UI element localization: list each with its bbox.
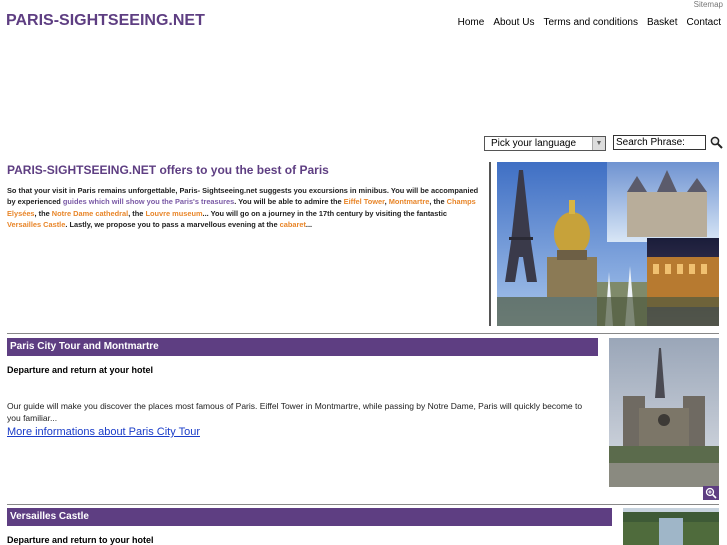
intro-paragraph: So that your visit in Paris remains unfo…: [7, 185, 483, 231]
zoom-in-icon[interactable]: [703, 486, 719, 500]
tour-subtitle: Departure and return at your hotel: [7, 365, 154, 375]
intro-text-9: ...: [305, 220, 313, 230]
nav-basket[interactable]: Basket: [647, 17, 678, 28]
intro-text-8: . Lastly, we propose you to pass a marve…: [65, 220, 280, 230]
magnifier-icon[interactable]: [710, 136, 723, 149]
intro-text-6: , the: [128, 208, 146, 218]
nav-home[interactable]: Home: [458, 17, 485, 28]
tour-description: Our guide will make you discover the pla…: [7, 401, 583, 423]
link-cabaret[interactable]: cabaret: [280, 220, 306, 229]
intro-heading: PARIS-SIGHTSEEING.NET offers to you the …: [7, 163, 329, 177]
vertical-divider: [489, 162, 491, 326]
nav-about-us[interactable]: About Us: [493, 17, 534, 28]
chevron-down-icon[interactable]: ▼: [592, 137, 605, 150]
versailles-image[interactable]: [623, 508, 719, 545]
link-versailles[interactable]: Versailles Castle: [7, 220, 65, 229]
link-guides[interactable]: guides which will show you the Paris's t…: [63, 197, 234, 206]
paris-collage-image: [497, 162, 719, 326]
section-divider: [7, 333, 719, 334]
more-info-link[interactable]: More informations about Paris City Tour: [7, 426, 200, 438]
section-divider: [7, 504, 719, 505]
nav-terms[interactable]: Terms and conditions: [543, 17, 638, 28]
tour-subtitle: Departure and return to your hotel: [7, 535, 154, 545]
intro-text-7: ... You will go on a journey in the 17th…: [202, 208, 448, 218]
link-louvre[interactable]: Louvre museum: [145, 209, 202, 218]
notre-dame-image[interactable]: [609, 338, 719, 487]
main-nav: Home About Us Terms and conditions Baske…: [458, 17, 721, 28]
intro-text-2: . You will be able to admire the: [234, 197, 344, 207]
search-input[interactable]: Search Phrase:: [613, 135, 706, 150]
link-eiffel-tower[interactable]: Eiffel Tower: [344, 197, 385, 206]
tour-title[interactable]: Versailles Castle: [7, 508, 612, 526]
intro-text-5: , the: [34, 208, 52, 218]
site-logo[interactable]: PARIS-SIGHTSEEING.NET: [6, 12, 205, 30]
sitemap-link[interactable]: Sitemap: [694, 0, 723, 9]
language-select-value: Pick your language: [491, 138, 577, 149]
nav-contact[interactable]: Contact: [687, 17, 721, 28]
link-notre-dame[interactable]: Notre Dame cathedral: [52, 209, 128, 218]
tour-title[interactable]: Paris City Tour and Montmartre: [7, 338, 598, 356]
intro-text-4: , the: [429, 197, 447, 207]
link-montmartre[interactable]: Montmartre: [389, 197, 430, 206]
language-select[interactable]: Pick your language ▼: [484, 136, 606, 151]
